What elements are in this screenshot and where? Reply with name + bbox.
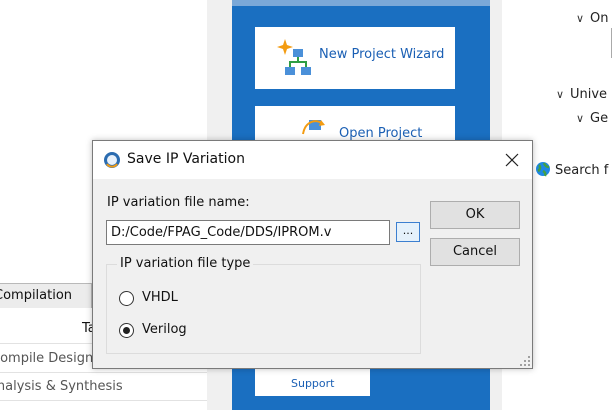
- chevron-down-icon: ∨: [576, 112, 585, 125]
- browse-button[interactable]: ...: [396, 222, 420, 242]
- row-divider: [0, 372, 207, 373]
- tree-row-ge[interactable]: ∨ Ge: [576, 111, 608, 126]
- task-analysis-synthesis[interactable]: Analysis & Synthesis: [0, 379, 123, 394]
- cancel-button[interactable]: Cancel: [430, 238, 520, 266]
- task-compile-design[interactable]: Compile Design: [0, 351, 93, 366]
- tree-label-on: On: [590, 11, 609, 26]
- close-icon[interactable]: [500, 148, 524, 172]
- open-project-label: Open Project: [339, 126, 423, 141]
- ok-button[interactable]: OK: [430, 201, 520, 229]
- radio-verilog-label: Verilog: [142, 322, 187, 337]
- radio-button-selected[interactable]: [119, 323, 134, 338]
- chevron-down-icon: ∨: [556, 88, 565, 101]
- row-divider: [0, 400, 207, 401]
- dialog-app-icon: [104, 152, 120, 168]
- dialog-title: Save IP Variation: [127, 151, 245, 167]
- save-ip-variation-dialog: Save IP Variation IP variation file name…: [92, 140, 533, 369]
- resize-grip-icon[interactable]: [520, 356, 530, 366]
- file-name-input[interactable]: [106, 220, 390, 245]
- tab-compilation-label: Compilation: [0, 288, 73, 303]
- dialog-titlebar[interactable]: Save IP Variation: [93, 141, 532, 179]
- file-name-label: IP variation file name:: [107, 195, 250, 210]
- support-label: Support: [291, 377, 335, 390]
- tree-row-on[interactable]: ∨ On: [576, 11, 608, 26]
- tab-compilation[interactable]: Compilation: [0, 284, 92, 308]
- search-for-partner-ip-link[interactable]: Search f: [535, 161, 608, 178]
- file-type-group-title: IP variation file type: [117, 256, 254, 271]
- tree-row-university[interactable]: ∨ Unive: [556, 87, 607, 102]
- wizard-icon: [277, 39, 311, 75]
- radio-button[interactable]: [119, 291, 134, 306]
- new-project-wizard-label: New Project Wizard: [319, 47, 445, 62]
- tree-label-ge: Ge: [590, 111, 609, 126]
- file-type-group: IP variation file type VHDL Verilog: [106, 256, 421, 354]
- home-panel-header: [232, 0, 490, 6]
- radio-dot: [123, 327, 130, 334]
- globe-icon: [536, 162, 550, 177]
- open-project-icon: [302, 120, 325, 135]
- search-label: Search f: [555, 163, 609, 178]
- new-project-wizard-button[interactable]: New Project Wizard: [255, 27, 455, 89]
- chevron-down-icon: ∨: [576, 12, 585, 25]
- radio-vhdl-label: VHDL: [142, 290, 178, 305]
- tree-label-university: Unive: [570, 87, 608, 102]
